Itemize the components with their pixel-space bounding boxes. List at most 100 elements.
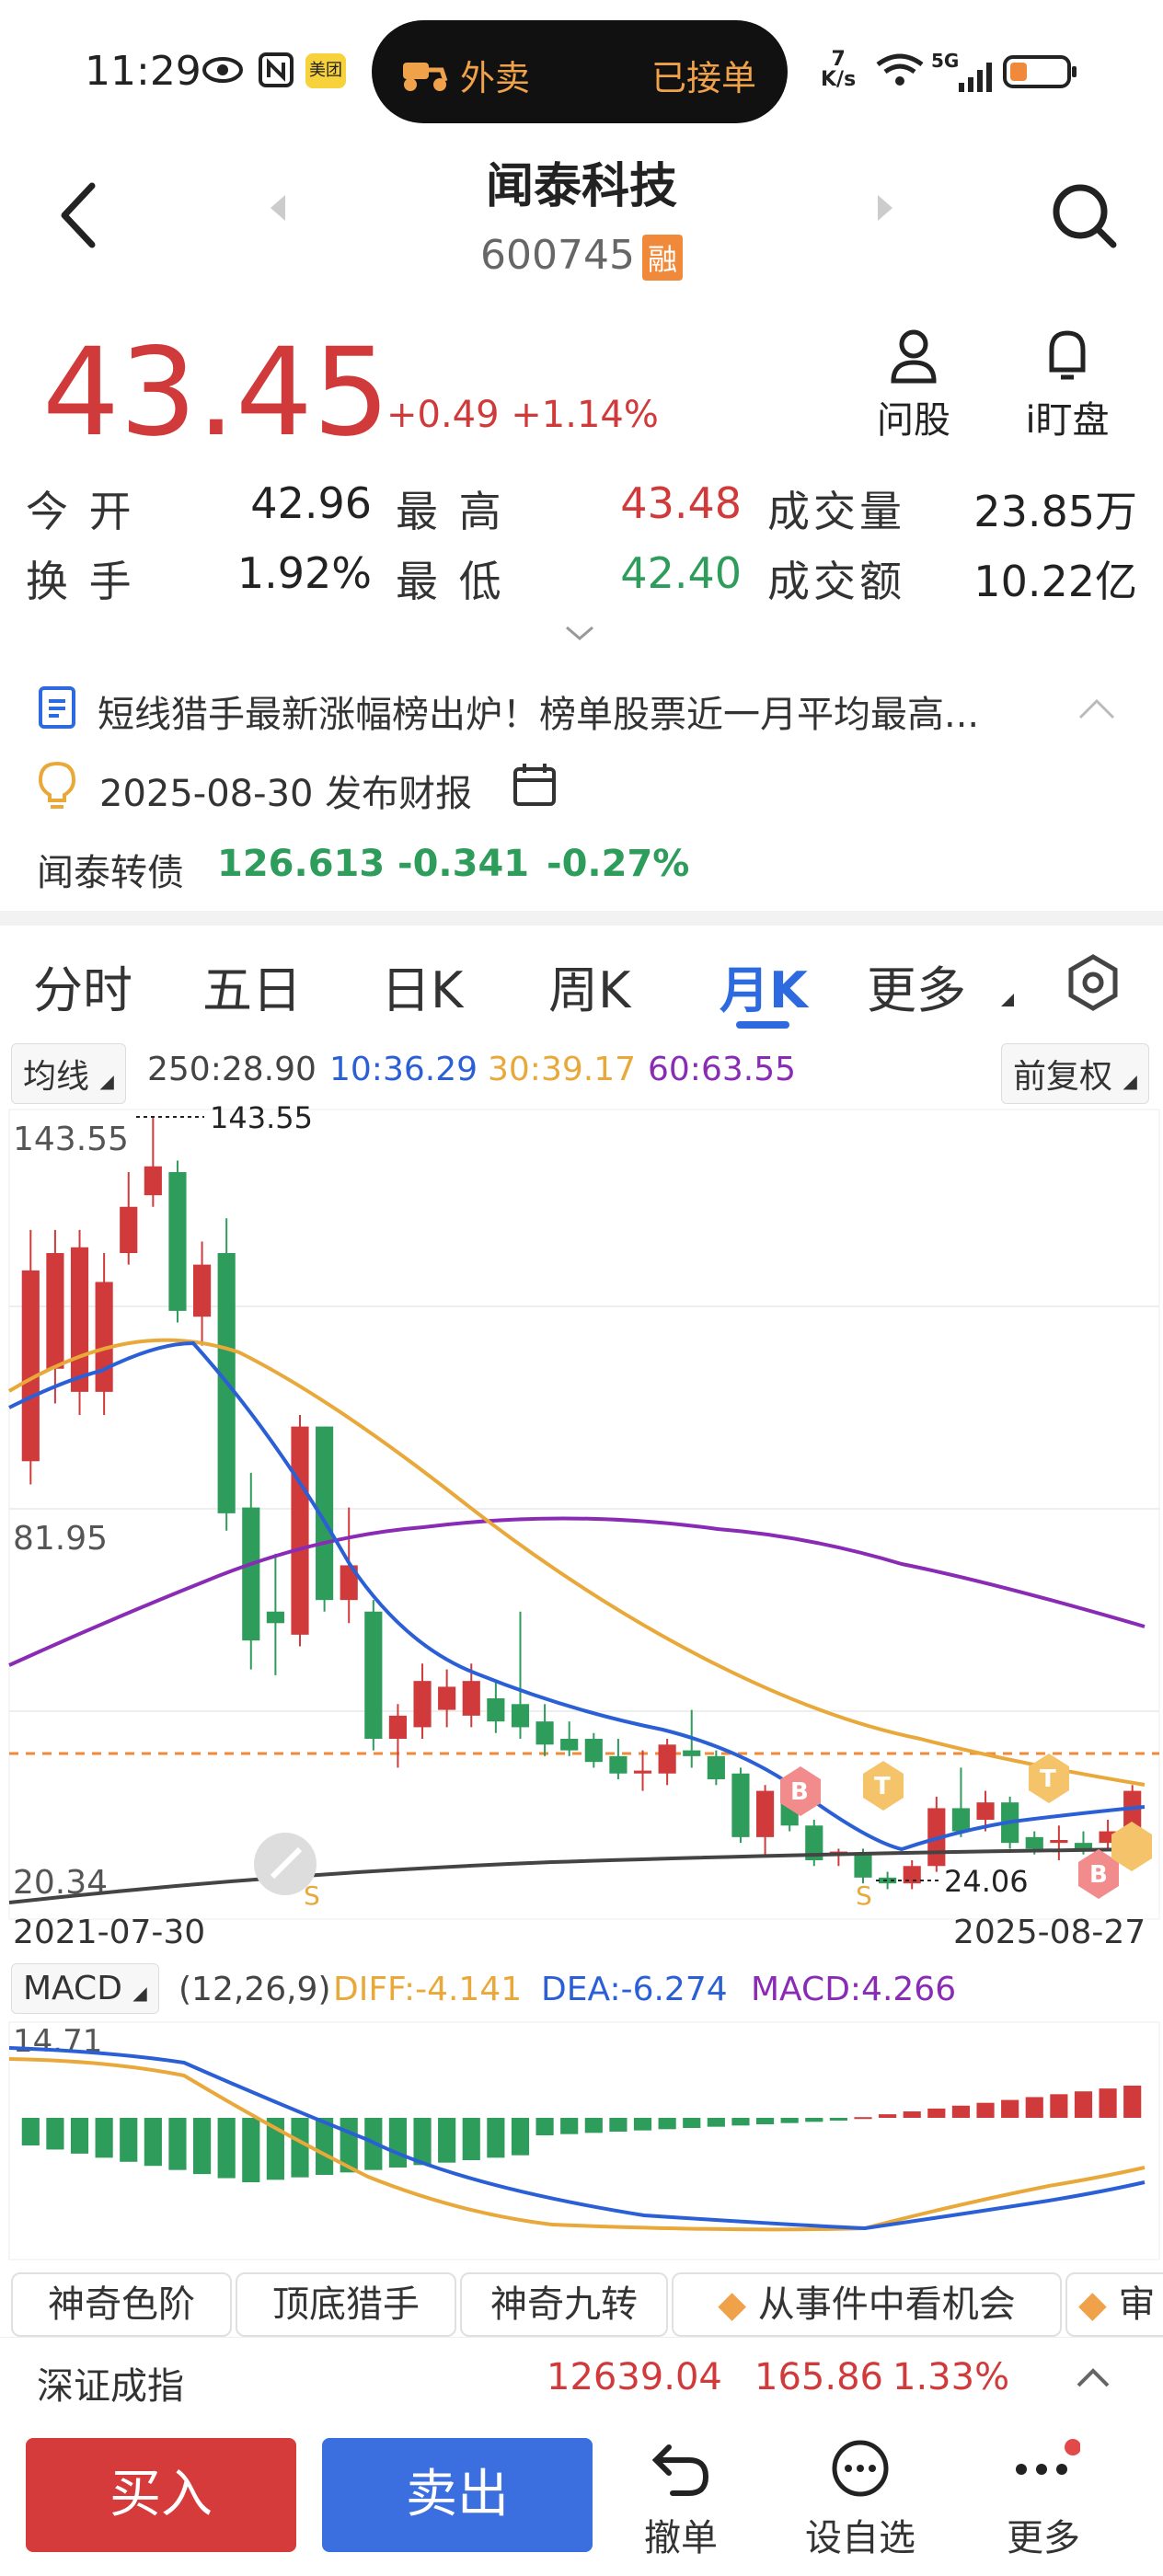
s-signal-icon: S — [304, 1880, 320, 1911]
adjust-selector[interactable]: 前复权 ◢ — [1001, 1043, 1149, 1104]
macd-bar — [1050, 2094, 1068, 2118]
macd-bar — [388, 2118, 408, 2168]
add-favorite-label: 设自选 — [805, 2517, 915, 2559]
macd-dea: DEA:-6.274 — [541, 1971, 728, 2008]
tool-nine-turn[interactable]: 神奇九转 — [460, 2272, 668, 2337]
undo-icon — [651, 2444, 709, 2496]
wifi-icon — [876, 53, 924, 86]
price-change: +0.49 +1.14% — [386, 394, 659, 436]
chat-dots-icon — [832, 2440, 889, 2497]
candle-body — [755, 1790, 775, 1837]
candle-body — [487, 1698, 505, 1722]
candle-body — [144, 1166, 162, 1196]
signal-icon — [959, 63, 992, 92]
candle-body — [266, 1611, 284, 1624]
index-pct: 1.33% — [892, 2356, 1010, 2398]
tab-monthly-k[interactable]: 月K — [720, 949, 808, 1022]
macd-bar — [168, 2118, 187, 2170]
y-tick-top: 143.55 — [13, 1121, 129, 1158]
macd-chart[interactable]: 14.71 — [0, 2020, 1163, 2263]
index-name: 深证成指 — [37, 2365, 184, 2408]
add-favorite-button[interactable]: 设自选 — [800, 2438, 920, 2561]
volume-label: 成交量 — [767, 487, 905, 536]
macd-bar — [707, 2118, 725, 2127]
macd-selector[interactable]: MACD ◢ — [11, 1963, 159, 2014]
ma-selector[interactable]: 均线 ◢ — [11, 1043, 126, 1104]
volume-value: 23.85万 — [973, 487, 1137, 536]
tab-daily-k[interactable]: 日K — [381, 949, 463, 1022]
current-price: 43.45 — [42, 322, 390, 464]
clock: 11:29 — [85, 48, 202, 95]
candle-body — [168, 1172, 187, 1311]
macd-bar — [144, 2118, 162, 2167]
macd-bar — [879, 2114, 897, 2118]
index-value: 12639.04 — [547, 2356, 722, 2398]
candle-body — [388, 1715, 408, 1740]
lightbulb-icon — [38, 761, 76, 809]
macd-bar — [46, 2118, 64, 2150]
macd-bar — [1123, 2086, 1142, 2118]
turnover-label: 换 手 — [26, 557, 135, 606]
collapse-chevron-icon[interactable] — [1077, 696, 1117, 723]
kline-chart[interactable]: 143.55 81.95 20.34 143.55 24.06 S S B T … — [0, 1104, 1163, 1932]
svg-text:T: T — [874, 1773, 891, 1800]
active-tab-indicator — [736, 1021, 789, 1029]
x-start-date: 2021-07-30 — [13, 1914, 206, 1951]
bond-change: -0.341 — [397, 843, 530, 885]
news-headline[interactable]: 短线猎手最新涨幅榜出炉！榜单股票近一月平均最高... — [98, 684, 1064, 738]
tab-five-day[interactable]: 五日 — [202, 949, 302, 1022]
sell-button[interactable]: 卖出 — [322, 2438, 593, 2552]
macd-bar — [927, 2108, 946, 2118]
watch-button[interactable]: i盯盘 — [1012, 328, 1123, 443]
candle-body — [633, 1770, 652, 1774]
settings-hexagon-icon[interactable] — [1064, 953, 1123, 1012]
s-signal-icon-2: S — [856, 1880, 872, 1911]
macd-bar — [951, 2105, 971, 2118]
macd-params: (12,26,9) — [178, 1971, 331, 2008]
macd-diff: DIFF:-4.141 — [333, 1971, 523, 2008]
candle-body — [731, 1773, 750, 1837]
dropdown-triangle-icon — [1001, 994, 1014, 1006]
search-icon[interactable] — [1049, 180, 1119, 250]
macd-bar — [805, 2118, 823, 2122]
tab-intraday[interactable]: 分时 — [33, 949, 132, 1022]
tool-top-bottom[interactable]: 顶底猎手 — [236, 2272, 456, 2337]
candle-body — [951, 1808, 971, 1832]
bond-label[interactable]: 闻泰转债 — [37, 843, 184, 896]
tool-audit[interactable]: ◆ 审 — [1065, 2272, 1163, 2337]
candle-body — [242, 1507, 260, 1641]
more-button[interactable]: 更多 — [988, 2438, 1099, 2561]
watch-label: i盯盘 — [1025, 399, 1110, 442]
tab-more[interactable]: 更多 — [867, 949, 966, 1022]
ask-stock-button[interactable]: 问股 — [874, 328, 953, 443]
max-marker: 143.55 — [210, 1104, 313, 1135]
index-expand-icon[interactable] — [1075, 2365, 1111, 2389]
tool-event-opportunity[interactable]: ◆ 从事件中看机会 — [672, 2272, 1062, 2337]
index-bar[interactable]: 深证成指 12639.04 165.86 1.33% — [0, 2337, 1163, 2417]
tool-event-label: 从事件中看机会 — [757, 2283, 1016, 2326]
macd-bar — [560, 2118, 579, 2134]
x-end-date: 2025-08-27 — [953, 1914, 1146, 1951]
calendar-icon[interactable] — [512, 762, 559, 808]
tool-color-scale[interactable]: 神奇色阶 — [11, 2272, 232, 2337]
buy-button[interactable]: 买入 — [26, 2438, 296, 2552]
diamond-icon-2: ◆ — [1078, 2283, 1107, 2326]
diamond-icon: ◆ — [718, 2283, 747, 2326]
expand-chevron-icon[interactable] — [563, 622, 596, 644]
status-bar: 11:29 美团 外卖 已接单 7 K/s 5G — [0, 0, 1163, 147]
candle-body — [854, 1854, 872, 1878]
candle-body — [1074, 1843, 1093, 1849]
min-marker: 24.06 — [944, 1864, 1029, 1899]
cancel-order-button[interactable]: 撤单 — [626, 2438, 736, 2561]
macd-bar — [70, 2118, 89, 2154]
macd-top-value: 14.71 — [13, 2023, 102, 2060]
delivery-status-pill[interactable]: 外卖 已接单 — [372, 20, 788, 123]
macd-bar — [854, 2117, 872, 2120]
delivery-label: 外卖 — [460, 58, 531, 98]
tab-weekly-k[interactable]: 周K — [548, 949, 630, 1022]
index-change: 165.86 — [754, 2356, 883, 2398]
delivery-status: 已接单 — [651, 58, 757, 98]
candle-body — [609, 1755, 628, 1774]
macd-bar — [633, 2118, 652, 2131]
candle-body — [413, 1681, 432, 1728]
